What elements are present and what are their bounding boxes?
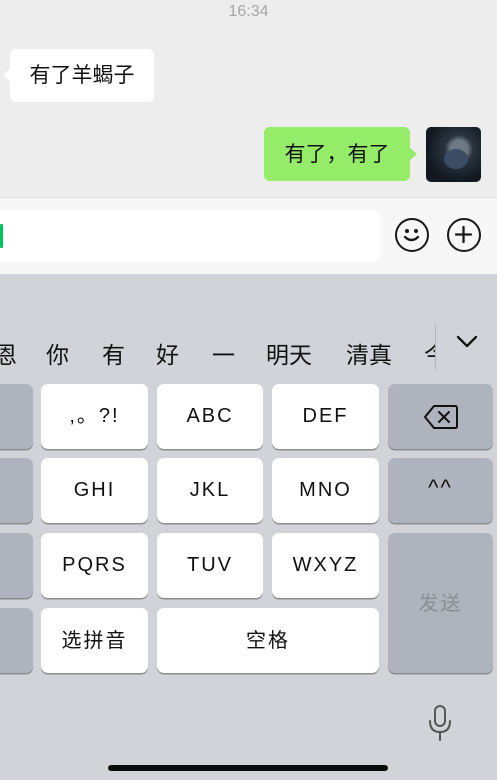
emoticon-key[interactable]: ^^ xyxy=(388,458,493,523)
more-button[interactable] xyxy=(447,218,481,252)
avatar[interactable] xyxy=(426,127,481,182)
candidate-word[interactable]: 好 xyxy=(156,336,179,370)
select-pinyin-key[interactable]: 选拼音 xyxy=(41,608,148,673)
backspace-icon xyxy=(424,405,458,429)
def-key[interactable]: DEF xyxy=(272,384,379,449)
emoji-button[interactable] xyxy=(395,218,429,252)
tuv-key[interactable]: TUV xyxy=(157,533,263,598)
left-column-key[interactable] xyxy=(0,533,33,598)
received-message-bubble[interactable]: 有了羊蝎子 xyxy=(3,49,154,102)
ghi-key[interactable]: GHI xyxy=(41,458,148,523)
message-timestamp: 16:34 xyxy=(228,3,269,20)
backspace-button[interactable] xyxy=(388,384,493,449)
microphone-icon[interactable] xyxy=(428,704,452,744)
text-cursor xyxy=(0,224,3,248)
chevron-down-icon[interactable] xyxy=(455,334,479,350)
candidate-word[interactable]: 有 xyxy=(102,336,125,370)
wxyz-key[interactable]: WXYZ xyxy=(272,533,379,598)
candidate-divider xyxy=(435,324,436,370)
left-column-key[interactable] xyxy=(0,384,33,449)
candidate-word[interactable]: 你 xyxy=(46,336,69,370)
space-key[interactable]: 空格 xyxy=(157,608,379,673)
message-input[interactable] xyxy=(0,210,380,262)
send-button[interactable]: 发送 xyxy=(388,533,493,673)
chat-area: 16:34 有了羊蝎子 有了，有了 xyxy=(0,0,497,197)
home-indicator xyxy=(108,765,388,771)
candidate-word[interactable]: 一 xyxy=(212,336,235,370)
candidate-word[interactable]: 恩 xyxy=(0,336,17,370)
left-column-key[interactable] xyxy=(0,608,33,673)
abc-key[interactable]: ABC xyxy=(157,384,263,449)
sent-message-bubble[interactable]: 有了，有了 xyxy=(264,127,417,181)
jkl-key[interactable]: JKL xyxy=(157,458,263,523)
input-bar xyxy=(0,197,497,275)
keyboard: 恩 你 有 好 一 明天 清真 今 xyxy=(0,274,497,780)
candidate-word[interactable]: 明天 xyxy=(266,336,312,370)
pqrs-key[interactable]: PQRS xyxy=(41,533,148,598)
punctuation-key[interactable]: ,。?! xyxy=(41,384,148,449)
candidate-bar: 恩 你 有 好 一 明天 清真 今 xyxy=(0,316,497,384)
emoji-icon xyxy=(403,229,420,242)
candidate-word[interactable]: 清真 xyxy=(346,336,392,370)
left-column-key[interactable] xyxy=(0,458,33,523)
plus-icon xyxy=(454,225,473,244)
mno-key[interactable]: MNO xyxy=(272,458,379,523)
